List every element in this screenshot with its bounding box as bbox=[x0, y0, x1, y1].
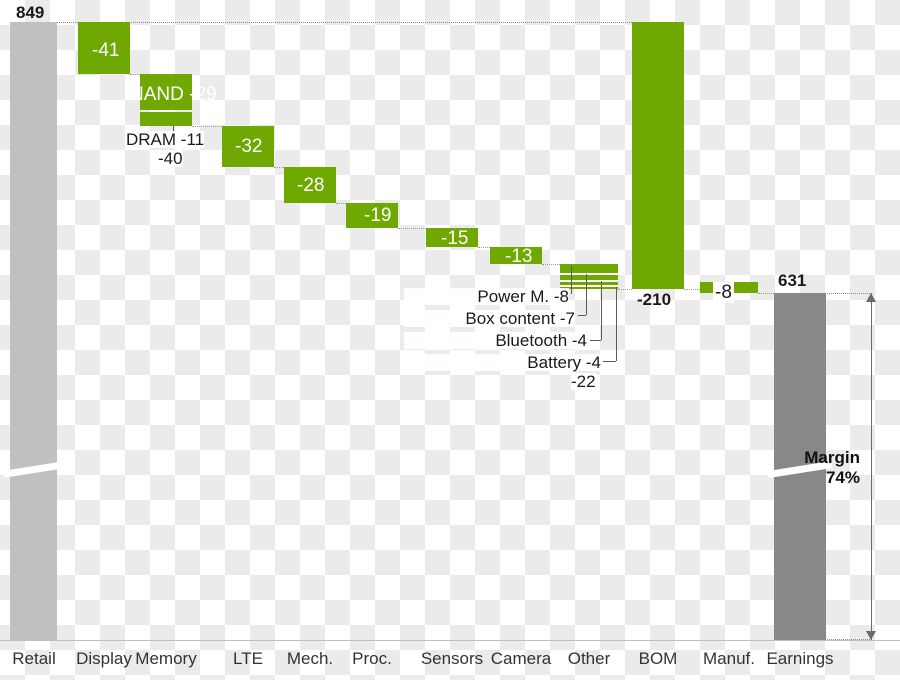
label-display-value: -41 bbox=[92, 40, 120, 61]
x-tick-manuf: Manuf. bbox=[703, 649, 755, 668]
connector-memory-lte bbox=[192, 126, 222, 127]
x-tick-memory: Memory bbox=[135, 649, 197, 668]
bar-bom[interactable] bbox=[632, 22, 684, 289]
leader-other-box-h bbox=[578, 315, 586, 316]
x-tick-mech: Mech. bbox=[286, 649, 334, 668]
x-tick-bom: BOM bbox=[638, 649, 678, 668]
margin-arrow-head-up bbox=[866, 293, 876, 302]
label-sensors-value: -15 bbox=[441, 228, 469, 249]
label-other-total: -22 bbox=[571, 372, 596, 391]
connector-mech-proc bbox=[336, 203, 346, 204]
connector-retail-top bbox=[57, 22, 632, 23]
bar-other-divider-2 bbox=[560, 280, 618, 282]
label-camera-value: -13 bbox=[505, 246, 533, 267]
margin-annotation-value: 74% bbox=[825, 468, 860, 487]
connector-other-bom bbox=[618, 289, 632, 290]
label-manuf-value: -8 bbox=[713, 282, 734, 303]
margin-top-guide bbox=[774, 293, 872, 294]
margin-arrow-head-down bbox=[866, 631, 876, 640]
label-other-box: Box content -7 bbox=[404, 310, 575, 327]
leader-other-bluetooth-h bbox=[590, 340, 601, 341]
bar-retail[interactable] bbox=[10, 22, 57, 640]
label-memory-nand: NAND -29 bbox=[130, 84, 217, 105]
x-axis-line bbox=[0, 640, 900, 641]
label-retail-total: 849 bbox=[16, 3, 45, 22]
x-tick-retail: Retail bbox=[12, 649, 56, 668]
connector-camera-other bbox=[542, 264, 560, 265]
x-tick-display: Display bbox=[76, 649, 132, 668]
x-tick-proc: Proc. bbox=[352, 649, 392, 668]
connector-proc-sensors bbox=[398, 228, 426, 229]
x-tick-lte: LTE bbox=[233, 649, 263, 668]
x-tick-camera: Camera bbox=[490, 649, 552, 668]
bar-memory-dram[interactable] bbox=[140, 112, 192, 126]
connector-sensors-camera bbox=[478, 247, 490, 248]
label-earnings-total: 631 bbox=[778, 271, 807, 290]
x-tick-earnings: Earnings bbox=[766, 649, 834, 668]
x-tick-other: Other bbox=[567, 649, 611, 668]
leader-other-power bbox=[571, 266, 572, 294]
label-other-battery: Battery -4 bbox=[404, 354, 601, 371]
leader-other-battery-h bbox=[603, 361, 616, 362]
label-other-bluetooth: Bluetooth -4 bbox=[404, 332, 587, 349]
margin-annotation-title: Margin bbox=[804, 448, 860, 467]
waterfall-chart: 849 -41 NAND -29 DRAM -11 -40 -32 -28 -1… bbox=[0, 0, 900, 680]
connector-bom-manuf bbox=[684, 289, 700, 290]
connector-display-memory bbox=[130, 74, 140, 75]
x-tick-sensors: Sensors bbox=[420, 649, 484, 668]
bar-other-divider-1 bbox=[560, 273, 618, 275]
margin-arrow-shaft bbox=[871, 293, 872, 640]
label-other-power: Power M. -8 bbox=[404, 288, 569, 305]
label-memory-total: -40 bbox=[158, 149, 183, 168]
leader-other-battery bbox=[616, 287, 617, 361]
leader-other-bluetooth bbox=[601, 281, 602, 340]
label-proc-value: -19 bbox=[364, 205, 392, 226]
label-mech-value: -28 bbox=[297, 175, 325, 196]
label-bom-value: -210 bbox=[637, 290, 672, 309]
connector-manuf-earnings bbox=[758, 293, 774, 294]
margin-annotation: Margin 74% bbox=[770, 448, 860, 488]
label-lte-value: -32 bbox=[235, 136, 263, 157]
label-memory-dram: DRAM -11 bbox=[126, 130, 205, 149]
connector-lte-mech bbox=[274, 167, 284, 168]
leader-other-box bbox=[586, 274, 587, 315]
